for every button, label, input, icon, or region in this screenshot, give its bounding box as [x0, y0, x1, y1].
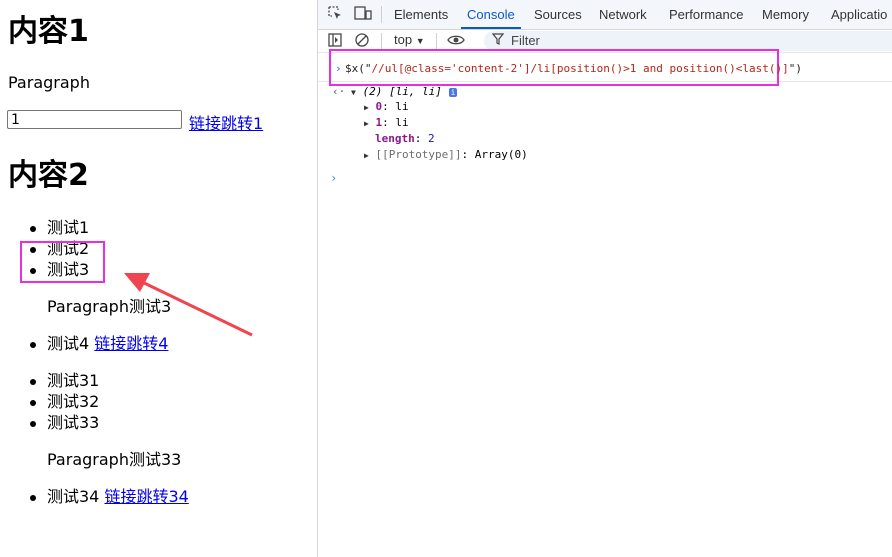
sidebar-toggle-icon[interactable]: [326, 32, 344, 50]
filter-icon: [491, 33, 505, 48]
expand-triangle-icon: ▶: [364, 103, 369, 112]
prototype-value: Array(0): [474, 148, 528, 161]
result-item[interactable]: ▶ 1: li: [364, 116, 409, 129]
result-summary-text: (2) [li, li]: [362, 85, 442, 98]
annotation-arrow: [124, 273, 253, 337]
expand-triangle-icon: ▶: [364, 151, 369, 160]
command-xpath: //ul[@class='content-2']/li[position()>1…: [371, 62, 789, 75]
info-icon: i: [448, 88, 458, 97]
tab-memory[interactable]: Memory: [762, 0, 809, 29]
filter-placeholder: Filter: [511, 33, 540, 48]
command-prefix: $x(": [345, 62, 372, 75]
tab-application[interactable]: Applicatio: [831, 0, 887, 29]
inspect-element-icon[interactable]: [326, 5, 344, 23]
tab-sources[interactable]: Sources: [534, 0, 582, 29]
divider: [381, 33, 382, 49]
tab-elements[interactable]: Elements: [394, 0, 448, 29]
prototype-key: [[Prototype]]: [375, 148, 462, 161]
result-length: length: 2: [375, 132, 435, 145]
context-selector[interactable]: top ▼: [394, 32, 425, 47]
console-command[interactable]: $x("//ul[@class='content-2']/li[position…: [345, 62, 802, 75]
result-summary[interactable]: ▼ (2) [li, li] i: [351, 85, 458, 98]
chevron-down-icon: ▼: [415, 36, 425, 46]
console-input-prompt-icon[interactable]: ›: [330, 171, 337, 185]
tab-performance[interactable]: Performance: [669, 0, 743, 29]
device-toolbar-icon[interactable]: [354, 5, 372, 23]
result-item[interactable]: ▶ 0: li: [364, 100, 409, 113]
divider: [381, 6, 382, 23]
prompt-chevron-icon: ›: [335, 62, 342, 75]
divider: [436, 33, 437, 49]
tab-console[interactable]: Console: [461, 0, 521, 29]
item-value: li: [395, 100, 409, 113]
result-prototype[interactable]: ▶ [[Prototype]]: Array(0): [364, 148, 528, 161]
length-value: 2: [428, 132, 435, 145]
devtools-panel: Elements Console Sources Network Perform…: [317, 0, 892, 557]
item-key: 0: [375, 100, 383, 113]
eye-icon[interactable]: [447, 32, 465, 50]
filter-input[interactable]: Filter: [484, 31, 892, 51]
console-command-row: › $x("//ul[@class='content-2']/li[positi…: [318, 49, 892, 86]
clear-console-icon[interactable]: [353, 32, 371, 50]
expand-triangle-icon: ▶: [364, 119, 369, 128]
item-value: li: [395, 116, 409, 129]
context-label: top: [394, 32, 413, 47]
command-suffix: "): [788, 62, 802, 75]
item-key: 1: [375, 116, 383, 129]
result-arrow-icon: ‹·: [332, 85, 346, 98]
length-key: length: [375, 132, 415, 145]
web-page: 内容1 Paragraph 链接跳转1 内容2 测试1 测试2 测试3 Para…: [0, 0, 317, 557]
devtools-tabbar: Elements Console Sources Network Perform…: [318, 0, 892, 30]
tab-network[interactable]: Network: [599, 0, 647, 29]
expand-triangle-icon: ▼: [351, 88, 356, 97]
